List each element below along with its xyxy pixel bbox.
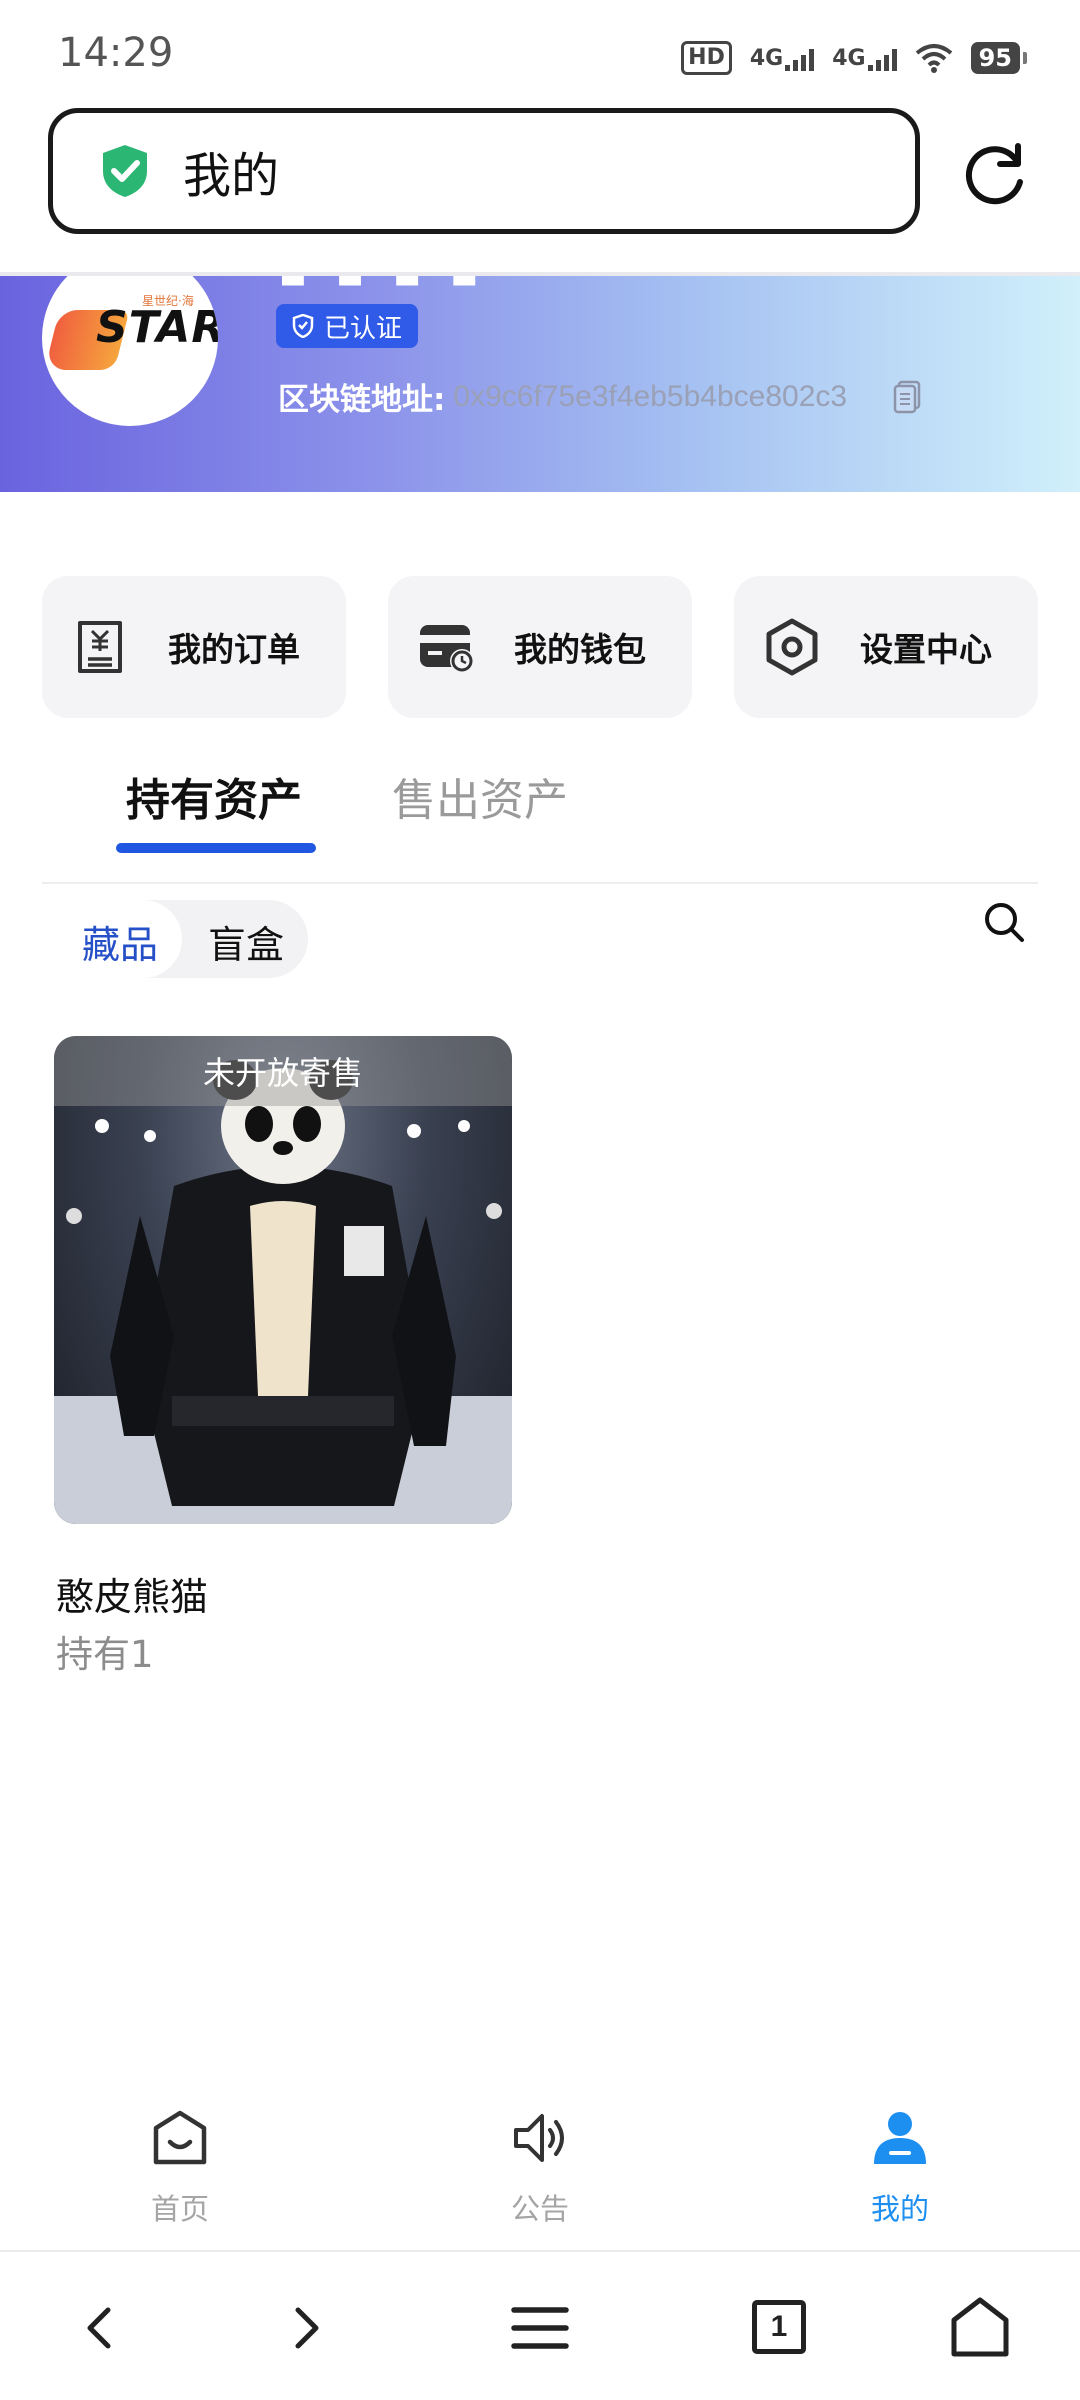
address-bar[interactable]: 我的 (48, 108, 920, 234)
reload-icon[interactable] (960, 140, 1030, 210)
nav-home[interactable]: 首页 (80, 2108, 280, 2228)
status-time: 14:29 (58, 30, 174, 76)
tabs-divider (42, 882, 1038, 884)
nav-home-label: 首页 (150, 2192, 209, 2226)
avatar: 星世纪·海 STAR (42, 276, 218, 426)
settings-hexagon-icon (766, 618, 818, 676)
page-title: 我的 (183, 148, 280, 204)
active-tab-indicator (116, 843, 316, 853)
my-orders-button[interactable]: 我的订单 (42, 576, 346, 718)
panda-image (54, 1060, 512, 1524)
nav-mine-label: 我的 (870, 2192, 929, 2226)
wifi-icon (915, 44, 952, 73)
chain-address-value: 0x9c6f75e3f4eb5b4bce802c3 (453, 379, 848, 413)
username-cut-off: ▪ ▪ ▪ ▪ (278, 276, 485, 297)
nav-mine[interactable]: 我的 (800, 2108, 1000, 2228)
speaker-icon (514, 2114, 564, 2162)
back-icon[interactable] (64, 2292, 136, 2364)
battery-indicator: 95 (970, 42, 1028, 74)
segment-collectibles[interactable]: 藏品 (82, 914, 158, 969)
shield-icon (292, 314, 314, 338)
verified-badge: 已认证 (276, 304, 419, 348)
tabs-icon[interactable]: 1 (752, 2300, 806, 2354)
menu-icon[interactable] (504, 2292, 576, 2364)
tab-held-assets[interactable]: 持有资产 (126, 764, 302, 828)
hd-icon: HD (681, 41, 732, 75)
home-smile-icon (153, 2110, 207, 2165)
my-wallet-label: 我的钱包 (514, 630, 646, 669)
browser-divider (0, 2250, 1080, 2252)
asset-name[interactable]: 憨皮熊猫 (56, 1566, 208, 1621)
forward-icon[interactable] (270, 2292, 342, 2364)
network-1-label: 4G (749, 45, 784, 71)
settings-button[interactable]: 设置中心 (734, 576, 1038, 718)
receipt-icon (78, 621, 122, 673)
nav-announcements-label: 公告 (510, 2192, 569, 2226)
network-2-label: 4G (832, 45, 866, 71)
signal-bars (785, 47, 815, 71)
copy-icon[interactable] (893, 380, 923, 414)
settings-label: 设置中心 (860, 630, 992, 669)
verified-label: 已认证 (324, 313, 403, 344)
chain-address-row: 区块链地址: 0x9c6f75e3f4eb5b4bce802c3 (278, 374, 1058, 419)
shield-check-icon (103, 145, 147, 197)
consignment-badge: 未开放寄售 (54, 1036, 512, 1106)
signal-bars (867, 47, 897, 71)
segment-blind-box[interactable]: 盲盒 (208, 914, 284, 969)
status-bar: 14:29 HD 4G 4G 95 (0, 0, 1080, 100)
my-orders-label: 我的订单 (168, 630, 300, 669)
user-icon (874, 2112, 926, 2164)
status-icons: HD 4G 4G 95 (681, 36, 1028, 80)
search-icon[interactable] (982, 900, 1026, 944)
asset-count: 持有1 (56, 1633, 154, 1676)
chain-address-label: 区块链地址: (278, 382, 446, 418)
signal-1-icon: 4G (749, 45, 815, 71)
wallet-icon (420, 625, 474, 673)
profile-banner: 星世纪·海 STAR ▪ ▪ ▪ ▪ 已认证 区块链地址: 0x9c6f75e3… (0, 276, 1080, 492)
asset-type-segment: 藏品 盲盒 (58, 900, 308, 978)
tab-sold-assets[interactable]: 售出资产 (392, 764, 568, 828)
my-wallet-button[interactable]: 我的钱包 (388, 576, 692, 718)
signal-2-icon: 4G (832, 45, 897, 71)
logo-text: STAR (96, 302, 218, 353)
asset-card-image[interactable]: 未开放寄售 (54, 1036, 512, 1524)
home-icon[interactable] (944, 2292, 1016, 2364)
nav-announcements[interactable]: 公告 (440, 2108, 640, 2228)
